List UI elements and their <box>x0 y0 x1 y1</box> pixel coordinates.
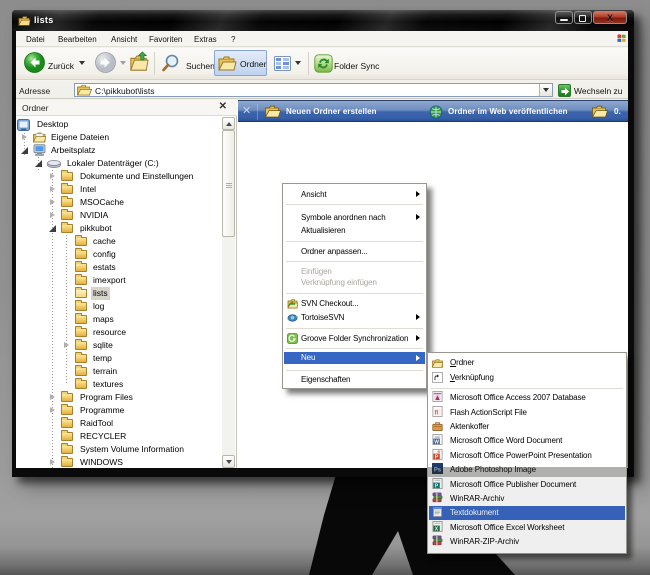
svg-text:W: W <box>434 440 439 445</box>
svg-text:fl: fl <box>435 409 438 416</box>
